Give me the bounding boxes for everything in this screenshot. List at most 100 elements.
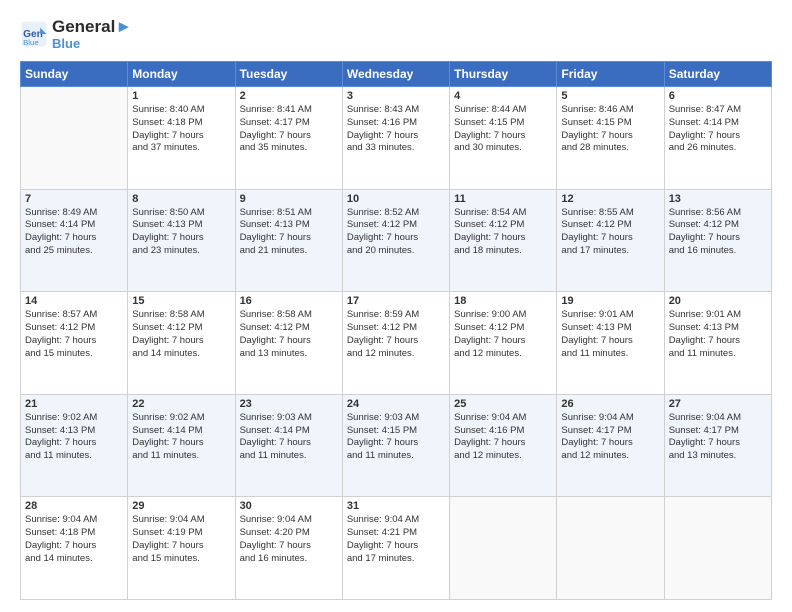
day-number: 27	[669, 398, 767, 410]
day-number: 19	[561, 295, 659, 307]
calendar-cell: 28Sunrise: 9:04 AM Sunset: 4:18 PM Dayli…	[21, 497, 128, 600]
calendar-cell: 7 Sunrise: 8:49 AM Sunset: 4:14 PM Daylig…	[21, 189, 128, 292]
week-row-4: 21 Sunrise: 9:02 AM Sunset: 4:13 PM Dayli…	[21, 394, 772, 497]
cell-details: Sunrise: 9:04 AM Sunset: 4:18 PM Dayligh…	[25, 514, 123, 565]
day-number: 21	[25, 398, 123, 410]
cell-details: Sunrise: 8:51 AM Sunset: 4:13 PM Dayligh…	[240, 207, 338, 258]
weekday-header-thursday: Thursday	[450, 61, 557, 86]
cell-details: Sunrise: 8:57 AM Sunset: 4:12 PM Dayligh…	[25, 309, 123, 360]
cell-details: Sunrise: 9:04 AM Sunset: 4:16 PM Dayligh…	[454, 412, 552, 463]
weekday-header-saturday: Saturday	[664, 61, 771, 86]
logo: Gen Blue General► Blue	[20, 18, 132, 51]
day-number: 25	[454, 398, 552, 410]
day-number: 14	[25, 295, 123, 307]
cell-details: Sunrise: 8:49 AM Sunset: 4:14 PM Dayligh…	[25, 207, 123, 258]
calendar-cell: 26 Sunrise: 9:04 AM Sunset: 4:17 PM Dayli…	[557, 394, 664, 497]
calendar-cell: 21 Sunrise: 9:02 AM Sunset: 4:13 PM Dayli…	[21, 394, 128, 497]
day-number: 13	[669, 193, 767, 205]
weekday-header-sunday: Sunday	[21, 61, 128, 86]
calendar-cell: 3Sunrise: 8:43 AM Sunset: 4:16 PM Daylig…	[342, 86, 449, 189]
cell-details: Sunrise: 8:54 AM Sunset: 4:12 PM Dayligh…	[454, 207, 552, 258]
calendar-cell: 14 Sunrise: 8:57 AM Sunset: 4:12 PM Dayli…	[21, 292, 128, 395]
calendar-cell: 10Sunrise: 8:52 AM Sunset: 4:12 PM Dayli…	[342, 189, 449, 292]
cell-details: Sunrise: 9:04 AM Sunset: 4:17 PM Dayligh…	[561, 412, 659, 463]
calendar-cell: 22 Sunrise: 9:02 AM Sunset: 4:14 PM Dayli…	[128, 394, 235, 497]
cell-details: Sunrise: 9:02 AM Sunset: 4:14 PM Dayligh…	[132, 412, 230, 463]
cell-details: Sunrise: 9:01 AM Sunset: 4:13 PM Dayligh…	[561, 309, 659, 360]
calendar-cell: 4 Sunrise: 8:44 AM Sunset: 4:15 PM Daylig…	[450, 86, 557, 189]
cell-details: Sunrise: 8:44 AM Sunset: 4:15 PM Dayligh…	[454, 104, 552, 155]
cell-details: Sunrise: 9:04 AM Sunset: 4:21 PM Dayligh…	[347, 514, 445, 565]
day-number: 1	[132, 90, 230, 102]
day-number: 8	[132, 193, 230, 205]
day-number: 7	[25, 193, 123, 205]
calendar-cell: 12 Sunrise: 8:55 AM Sunset: 4:12 PM Dayli…	[557, 189, 664, 292]
day-number: 15	[132, 295, 230, 307]
calendar-cell: 27Sunrise: 9:04 AM Sunset: 4:17 PM Dayli…	[664, 394, 771, 497]
logo-blue: Blue	[52, 37, 132, 51]
cell-details: Sunrise: 8:40 AM Sunset: 4:18 PM Dayligh…	[132, 104, 230, 155]
calendar-cell: 25 Sunrise: 9:04 AM Sunset: 4:16 PM Dayli…	[450, 394, 557, 497]
cell-details: Sunrise: 9:00 AM Sunset: 4:12 PM Dayligh…	[454, 309, 552, 360]
calendar-cell	[450, 497, 557, 600]
weekday-header-friday: Friday	[557, 61, 664, 86]
calendar-cell: 30 Sunrise: 9:04 AM Sunset: 4:20 PM Dayli…	[235, 497, 342, 600]
calendar-cell: 18 Sunrise: 9:00 AM Sunset: 4:12 PM Dayli…	[450, 292, 557, 395]
day-number: 3	[347, 90, 445, 102]
calendar-cell: 5 Sunrise: 8:46 AM Sunset: 4:15 PM Daylig…	[557, 86, 664, 189]
day-number: 18	[454, 295, 552, 307]
calendar-cell: 2 Sunrise: 8:41 AM Sunset: 4:17 PM Daylig…	[235, 86, 342, 189]
calendar-cell: 6Sunrise: 8:47 AM Sunset: 4:14 PM Daylig…	[664, 86, 771, 189]
cell-details: Sunrise: 8:58 AM Sunset: 4:12 PM Dayligh…	[132, 309, 230, 360]
calendar-cell: 15 Sunrise: 8:58 AM Sunset: 4:12 PM Dayli…	[128, 292, 235, 395]
weekday-header-tuesday: Tuesday	[235, 61, 342, 86]
day-number: 10	[347, 193, 445, 205]
calendar-cell: 19 Sunrise: 9:01 AM Sunset: 4:13 PM Dayli…	[557, 292, 664, 395]
day-number: 12	[561, 193, 659, 205]
day-number: 26	[561, 398, 659, 410]
calendar-cell: 8 Sunrise: 8:50 AM Sunset: 4:13 PM Daylig…	[128, 189, 235, 292]
day-number: 30	[240, 500, 338, 512]
calendar-cell: 1 Sunrise: 8:40 AM Sunset: 4:18 PM Daylig…	[128, 86, 235, 189]
calendar-cell: 29 Sunrise: 9:04 AM Sunset: 4:19 PM Dayli…	[128, 497, 235, 600]
cell-details: Sunrise: 9:04 AM Sunset: 4:20 PM Dayligh…	[240, 514, 338, 565]
page: Gen Blue General► Blue SundayMondayTuesd…	[0, 0, 792, 612]
day-number: 9	[240, 193, 338, 205]
cell-details: Sunrise: 8:58 AM Sunset: 4:12 PM Dayligh…	[240, 309, 338, 360]
day-number: 2	[240, 90, 338, 102]
day-number: 23	[240, 398, 338, 410]
cell-details: Sunrise: 9:02 AM Sunset: 4:13 PM Dayligh…	[25, 412, 123, 463]
cell-details: Sunrise: 9:03 AM Sunset: 4:14 PM Dayligh…	[240, 412, 338, 463]
calendar-cell	[557, 497, 664, 600]
day-number: 31	[347, 500, 445, 512]
logo-icon: Gen Blue	[20, 20, 48, 48]
day-number: 5	[561, 90, 659, 102]
calendar-cell	[21, 86, 128, 189]
weekday-header-wednesday: Wednesday	[342, 61, 449, 86]
calendar-table: SundayMondayTuesdayWednesdayThursdayFrid…	[20, 61, 772, 600]
day-number: 11	[454, 193, 552, 205]
cell-details: Sunrise: 9:04 AM Sunset: 4:19 PM Dayligh…	[132, 514, 230, 565]
week-row-1: 1 Sunrise: 8:40 AM Sunset: 4:18 PM Daylig…	[21, 86, 772, 189]
cell-details: Sunrise: 8:56 AM Sunset: 4:12 PM Dayligh…	[669, 207, 767, 258]
day-number: 16	[240, 295, 338, 307]
day-number: 29	[132, 500, 230, 512]
cell-details: Sunrise: 8:50 AM Sunset: 4:13 PM Dayligh…	[132, 207, 230, 258]
cell-details: Sunrise: 8:41 AM Sunset: 4:17 PM Dayligh…	[240, 104, 338, 155]
calendar-cell: 13 Sunrise: 8:56 AM Sunset: 4:12 PM Dayli…	[664, 189, 771, 292]
cell-details: Sunrise: 8:55 AM Sunset: 4:12 PM Dayligh…	[561, 207, 659, 258]
week-row-3: 14 Sunrise: 8:57 AM Sunset: 4:12 PM Dayli…	[21, 292, 772, 395]
calendar-cell: 9 Sunrise: 8:51 AM Sunset: 4:13 PM Daylig…	[235, 189, 342, 292]
day-number: 22	[132, 398, 230, 410]
calendar-cell: 20Sunrise: 9:01 AM Sunset: 4:13 PM Dayli…	[664, 292, 771, 395]
calendar-cell	[664, 497, 771, 600]
day-number: 4	[454, 90, 552, 102]
cell-details: Sunrise: 8:46 AM Sunset: 4:15 PM Dayligh…	[561, 104, 659, 155]
calendar-cell: 17Sunrise: 8:59 AM Sunset: 4:12 PM Dayli…	[342, 292, 449, 395]
day-number: 24	[347, 398, 445, 410]
calendar-cell: 24Sunrise: 9:03 AM Sunset: 4:15 PM Dayli…	[342, 394, 449, 497]
week-row-2: 7 Sunrise: 8:49 AM Sunset: 4:14 PM Daylig…	[21, 189, 772, 292]
header: Gen Blue General► Blue	[20, 18, 772, 51]
logo-general: General►	[52, 18, 132, 37]
day-number: 20	[669, 295, 767, 307]
